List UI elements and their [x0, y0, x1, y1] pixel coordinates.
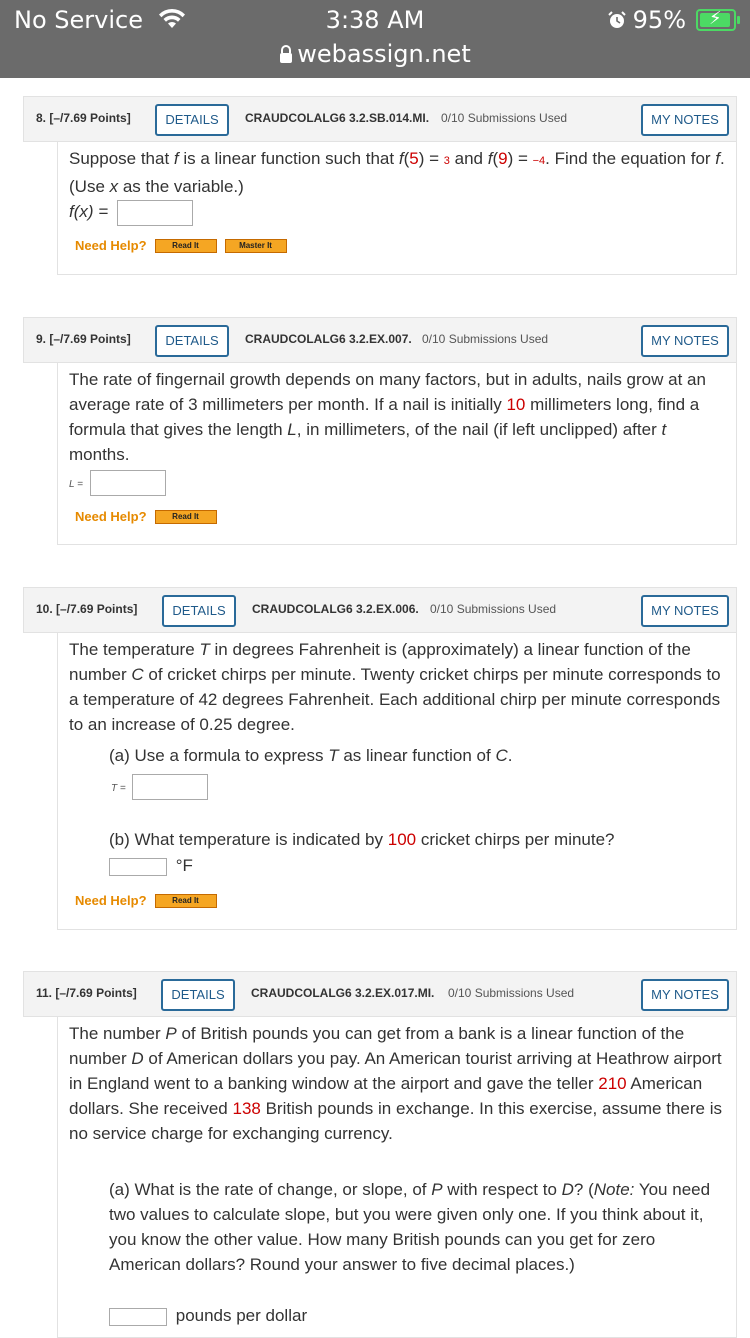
question-10: 10. [–/7.69 Points] DETAILS CRAUDCOLALG6…: [23, 587, 737, 930]
question-text: The temperature T in degrees Fahrenheit …: [69, 640, 721, 734]
answer-input[interactable]: [116, 199, 193, 226]
battery-percent: 95%: [632, 6, 686, 34]
need-help-label: Need Help?: [75, 509, 147, 524]
read-it-button[interactable]: Read It: [154, 238, 217, 253]
need-help: Need Help? Read It Master It: [75, 238, 287, 253]
unit-label: °F: [175, 856, 193, 875]
answer-input[interactable]: [109, 857, 167, 876]
details-button[interactable]: DETAILS: [162, 595, 236, 627]
question-code: CRAUDCOLALG6 3.2.SB.014.MI.: [245, 111, 430, 125]
url-text: webassign.net: [297, 40, 471, 68]
my-notes-button[interactable]: MY NOTES: [641, 104, 729, 136]
question-code: CRAUDCOLALG6 3.2.EX.017.MI.: [251, 986, 435, 1000]
question-points: 9. [–/7.69 Points]: [36, 332, 131, 346]
my-notes-button[interactable]: MY NOTES: [641, 325, 729, 357]
submissions-count: 0/10 Submissions Used: [422, 332, 549, 346]
my-notes-button[interactable]: MY NOTES: [641, 979, 729, 1011]
submissions-count: 0/10 Submissions Used: [430, 602, 557, 616]
answer-row: f(x) =: [69, 199, 729, 226]
details-button[interactable]: DETAILS: [161, 979, 235, 1011]
need-help-label: Need Help?: [75, 238, 147, 253]
question-body: The number P of British pounds you can g…: [57, 1017, 737, 1338]
question-header: 8. [–/7.69 Points] DETAILS CRAUDCOLALG6 …: [23, 96, 737, 142]
question-points: 11. [–/7.69 Points]: [36, 986, 137, 1000]
question-points: 8. [–/7.69 Points]: [36, 111, 131, 125]
answer-input[interactable]: [109, 1307, 167, 1326]
answer-label: T =: [111, 783, 126, 794]
question-header: 10. [–/7.69 Points] DETAILS CRAUDCOLALG6…: [23, 587, 737, 633]
question-text: The number P of British pounds you can g…: [69, 1024, 722, 1143]
part-a-text: (a) Use a formula to express T as linear…: [109, 746, 513, 765]
part-a-answer-row: T =: [111, 773, 731, 801]
status-bar: No Service 3:38 AM webassign.net 95% ⚡: [0, 0, 750, 78]
status-right: 95% ⚡: [607, 6, 740, 34]
question-code: CRAUDCOLALG6 3.2.EX.007.: [245, 332, 412, 346]
question-text: Suppose that f is a linear function such…: [69, 149, 725, 196]
details-button[interactable]: DETAILS: [155, 104, 229, 136]
question-11: 11. [–/7.69 Points] DETAILS CRAUDCOLALG6…: [23, 971, 737, 1338]
submissions-count: 0/10 Submissions Used: [448, 986, 575, 1000]
details-button[interactable]: DETAILS: [155, 325, 229, 357]
question-points: 10. [–/7.69 Points]: [36, 602, 138, 616]
url-bar[interactable]: webassign.net: [0, 40, 750, 68]
part-b-text: (b) What temperature is indicated by 100…: [109, 830, 615, 849]
question-body: The temperature T in degrees Fahrenheit …: [57, 633, 737, 930]
alarm-icon: [607, 11, 626, 28]
question-8: 8. [–/7.69 Points] DETAILS CRAUDCOLALG6 …: [23, 96, 737, 275]
question-header: 11. [–/7.69 Points] DETAILS CRAUDCOLALG6…: [23, 971, 737, 1017]
lock-icon: [280, 45, 293, 63]
need-help: Need Help? Read It: [75, 893, 217, 908]
unit-label: pounds per dollar: [175, 1306, 308, 1325]
my-notes-button[interactable]: MY NOTES: [641, 595, 729, 627]
answer-label: L =: [69, 479, 83, 490]
answer-input[interactable]: [89, 469, 166, 496]
question-body: Suppose that f is a linear function such…: [57, 142, 737, 275]
question-code: CRAUDCOLALG6 3.2.EX.006.: [252, 602, 419, 616]
master-it-button[interactable]: Master It: [224, 238, 287, 253]
read-it-button[interactable]: Read It: [154, 893, 217, 908]
question-header: 9. [–/7.69 Points] DETAILS CRAUDCOLALG6 …: [23, 317, 737, 363]
answer-row: L =: [69, 469, 729, 497]
need-help-label: Need Help?: [75, 893, 147, 908]
answer-label: f(x) =: [69, 202, 109, 221]
part-b-answer-row: °F: [109, 853, 729, 878]
answer-input[interactable]: [132, 773, 209, 800]
part-a-answer-row: pounds per dollar: [109, 1303, 729, 1328]
question-9: 9. [–/7.69 Points] DETAILS CRAUDCOLALG6 …: [23, 317, 737, 545]
question-text: The rate of fingernail growth depends on…: [69, 370, 706, 464]
submissions-count: 0/10 Submissions Used: [441, 111, 568, 125]
read-it-button[interactable]: Read It: [154, 509, 217, 524]
part-a-text: (a) What is the rate of change, or slope…: [109, 1180, 711, 1274]
need-help: Need Help? Read It: [75, 509, 217, 524]
battery-icon: ⚡: [696, 8, 740, 31]
question-body: The rate of fingernail growth depends on…: [57, 363, 737, 545]
